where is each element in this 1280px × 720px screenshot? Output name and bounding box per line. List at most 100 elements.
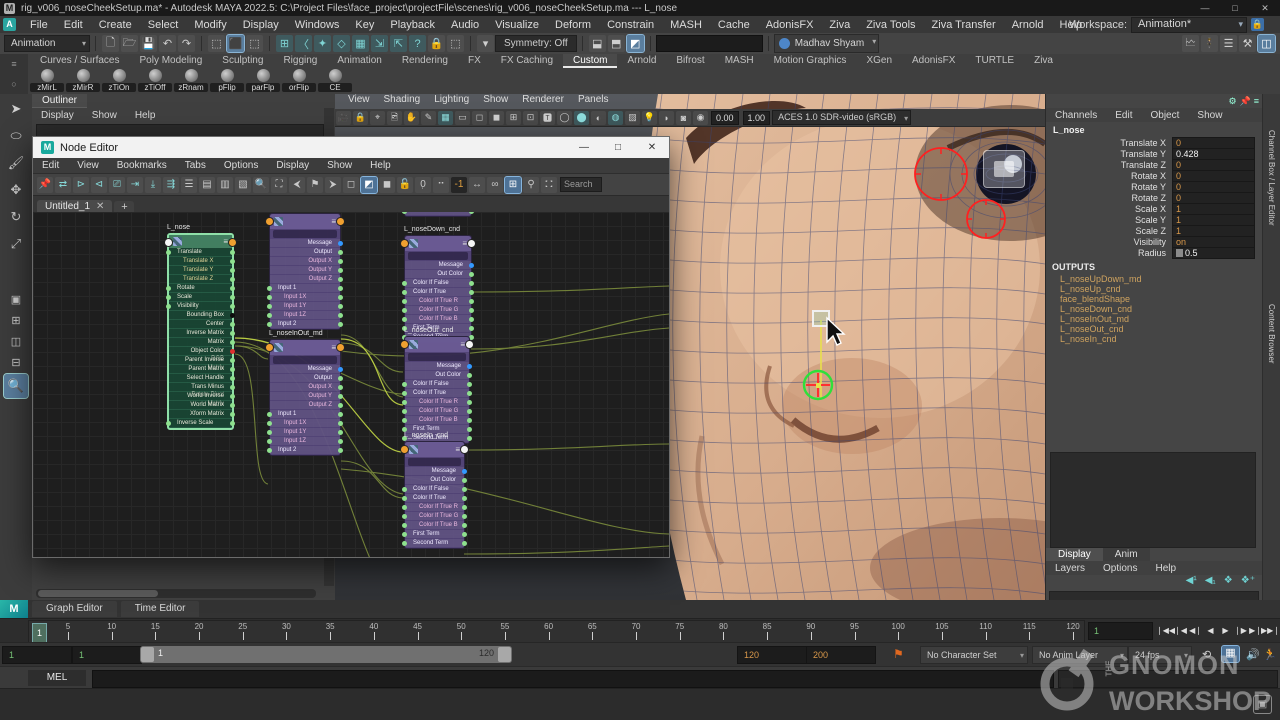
viewport-menu-item[interactable]: Show: [476, 94, 515, 109]
menu-item[interactable]: Visualize: [487, 19, 547, 31]
panel-history-icon[interactable]: ⚙: [1228, 96, 1236, 107]
layout-split-icon[interactable]: ◫: [4, 332, 28, 350]
output-port[interactable]: [462, 514, 467, 519]
character-controls-icon[interactable]: 🕴: [1201, 35, 1218, 52]
output-node-item[interactable]: L_noseInOut_md: [1046, 314, 1263, 324]
output-port[interactable]: [230, 277, 235, 282]
node-editor-menu-item[interactable]: View: [68, 160, 108, 171]
output-port[interactable]: [462, 523, 467, 528]
snap-to-grid-icon[interactable]: ⊞: [276, 35, 293, 52]
node-editor-menu-item[interactable]: Bookmarks: [108, 160, 176, 171]
output-port[interactable]: [467, 436, 472, 441]
lighting-icon[interactable]: 💡: [642, 111, 657, 125]
playback-button[interactable]: ❘▶: [1233, 621, 1248, 639]
node-attr-output-x[interactable]: Output X: [270, 257, 340, 265]
node-attr-parent-inverse-matrix[interactable]: Parent Inverse Matrix: [169, 356, 232, 364]
viewport-menu-item[interactable]: Renderer: [515, 94, 571, 109]
shelf-tab[interactable]: Bifrost: [666, 54, 714, 68]
marquee-icon[interactable]: ⛚: [541, 177, 557, 193]
node-attr-second-term[interactable]: Second Term: [405, 539, 464, 547]
workspace-dropdown[interactable]: Animation*: [1131, 17, 1247, 33]
output-port[interactable]: [338, 430, 343, 435]
remove-from-graph-icon[interactable]: ⊲: [91, 177, 107, 193]
input-port[interactable]: [402, 532, 407, 537]
input-port[interactable]: [402, 290, 407, 295]
shelf-button[interactable]: pFlip: [210, 68, 244, 94]
output-port[interactable]: [230, 322, 235, 327]
output-node-item[interactable]: L_noseUpDown_md: [1046, 274, 1263, 284]
input-port[interactable]: [267, 313, 272, 318]
node-attr-color-if-true-r[interactable]: Color If True R: [405, 297, 471, 305]
current-frame-field[interactable]: 1: [1088, 622, 1153, 640]
output-node-item[interactable]: L_noseOut_cnd: [1046, 324, 1263, 334]
image-plane-icon[interactable]: 🖻: [387, 111, 402, 125]
channel-box-menu-item[interactable]: Edit: [1106, 110, 1141, 121]
node-attr-translate-x[interactable]: Translate X: [169, 257, 232, 265]
swap-io-icon[interactable]: ↔: [469, 177, 485, 193]
node-attr-input-2[interactable]: Input 2: [270, 446, 340, 454]
anim-layer-dropdown[interactable]: No Anim Layer: [1032, 646, 1128, 664]
node-attr-object-color-rgb[interactable]: Object Color RGB: [169, 347, 232, 355]
input-port[interactable]: [402, 496, 407, 501]
layout-columns-icon[interactable]: ▤: [199, 177, 215, 193]
output-port[interactable]: [230, 313, 235, 318]
layout-rows-icon[interactable]: ☰: [181, 177, 197, 193]
layout-single-pane-icon[interactable]: ▣: [4, 290, 28, 308]
node-header[interactable]: ≡: [169, 235, 232, 248]
menu-item[interactable]: Display: [235, 19, 287, 31]
node-editor-menu-item[interactable]: Edit: [33, 160, 68, 171]
menu-item[interactable]: Ziva Transfer: [924, 19, 1004, 31]
node-attr-color-if-true-g[interactable]: Color If True G: [405, 306, 471, 314]
node-attr-visibility[interactable]: Visibility: [169, 302, 232, 310]
node-attr-color-if-true-g[interactable]: Color If True G: [405, 512, 464, 520]
viewport-menu-item[interactable]: Shading: [377, 94, 428, 109]
screen-space-ao-icon[interactable]: ◙: [676, 111, 691, 125]
input-port[interactable]: [402, 308, 407, 313]
mute-audio-icon[interactable]: 🔊: [1246, 648, 1260, 661]
viewport-menu-item[interactable]: Panels: [571, 94, 616, 109]
channel-name[interactable]: Translate X: [1046, 138, 1172, 148]
outliner-menu-item[interactable]: Help: [126, 110, 165, 121]
construction-history-icon[interactable]: ?: [409, 35, 426, 52]
output-port[interactable]: [338, 403, 343, 408]
shelf-button[interactable]: parFlp: [246, 68, 280, 94]
outliner-menu-item[interactable]: Show: [83, 110, 126, 121]
node-l-nosein-cnd[interactable]: L_noseIn_cnd ≡ MessageOut ColorColor If …: [404, 431, 465, 549]
shelf-tab[interactable]: Sculpting: [212, 54, 273, 68]
ne-minimize-button[interactable]: —: [567, 137, 601, 158]
shelf-tab[interactable]: FX: [458, 54, 491, 68]
node-editor-menu-item[interactable]: Tabs: [176, 160, 215, 171]
tab-content-browser[interactable]: Content Browser: [1267, 304, 1276, 364]
channel-name[interactable]: Rotate Y: [1046, 182, 1172, 192]
input-port[interactable]: [402, 212, 407, 214]
lasso-tool-icon[interactable]: ⬭: [4, 124, 28, 148]
current-time-marker[interactable]: 1: [32, 623, 47, 643]
output-port[interactable]: [469, 317, 474, 322]
output-port[interactable]: [469, 281, 474, 286]
node-l-noseinout-md[interactable]: L_noseInOut_md ≡ MessageOutputOutput XOu…: [269, 329, 341, 456]
node-editor-menu-item[interactable]: Options: [215, 160, 267, 171]
ne-close-button[interactable]: ✕: [635, 137, 669, 158]
search-icon[interactable]: 🔍: [253, 177, 269, 193]
input-port[interactable]: [402, 382, 407, 387]
output-port[interactable]: [338, 259, 343, 264]
shelf-button[interactable]: orFlip: [282, 68, 316, 94]
channel-value-field[interactable]: 0.5: [1172, 247, 1255, 259]
node-attr-world-inverse-matrix[interactable]: World Inverse Matrix: [169, 392, 232, 400]
node-attr-input-1x[interactable]: Input 1X: [270, 293, 340, 301]
command-language-toggle[interactable]: MEL: [28, 670, 86, 686]
output-port[interactable]: [469, 263, 474, 268]
layer-menu-item[interactable]: Layers: [1046, 563, 1094, 574]
shelf-tab[interactable]: Motion Graphics: [764, 54, 857, 68]
shelf-tab[interactable]: TURTLE: [965, 54, 1024, 68]
node-attr-message[interactable]: Message: [270, 365, 340, 373]
node-editor-menu-item[interactable]: Show: [318, 160, 361, 171]
character-user-dropdown[interactable]: Madhav Shyam: [774, 34, 879, 53]
output-port[interactable]: [338, 322, 343, 327]
channel-box-menu-item[interactable]: Object: [1142, 110, 1189, 121]
node-attr-output-z[interactable]: Output Z: [270, 401, 340, 409]
node-attr-color-if-true-r[interactable]: Color If True R: [405, 503, 464, 511]
channel-box-menu-item[interactable]: Show: [1188, 110, 1231, 121]
input-port[interactable]: [402, 409, 407, 414]
output-port[interactable]: [338, 385, 343, 390]
